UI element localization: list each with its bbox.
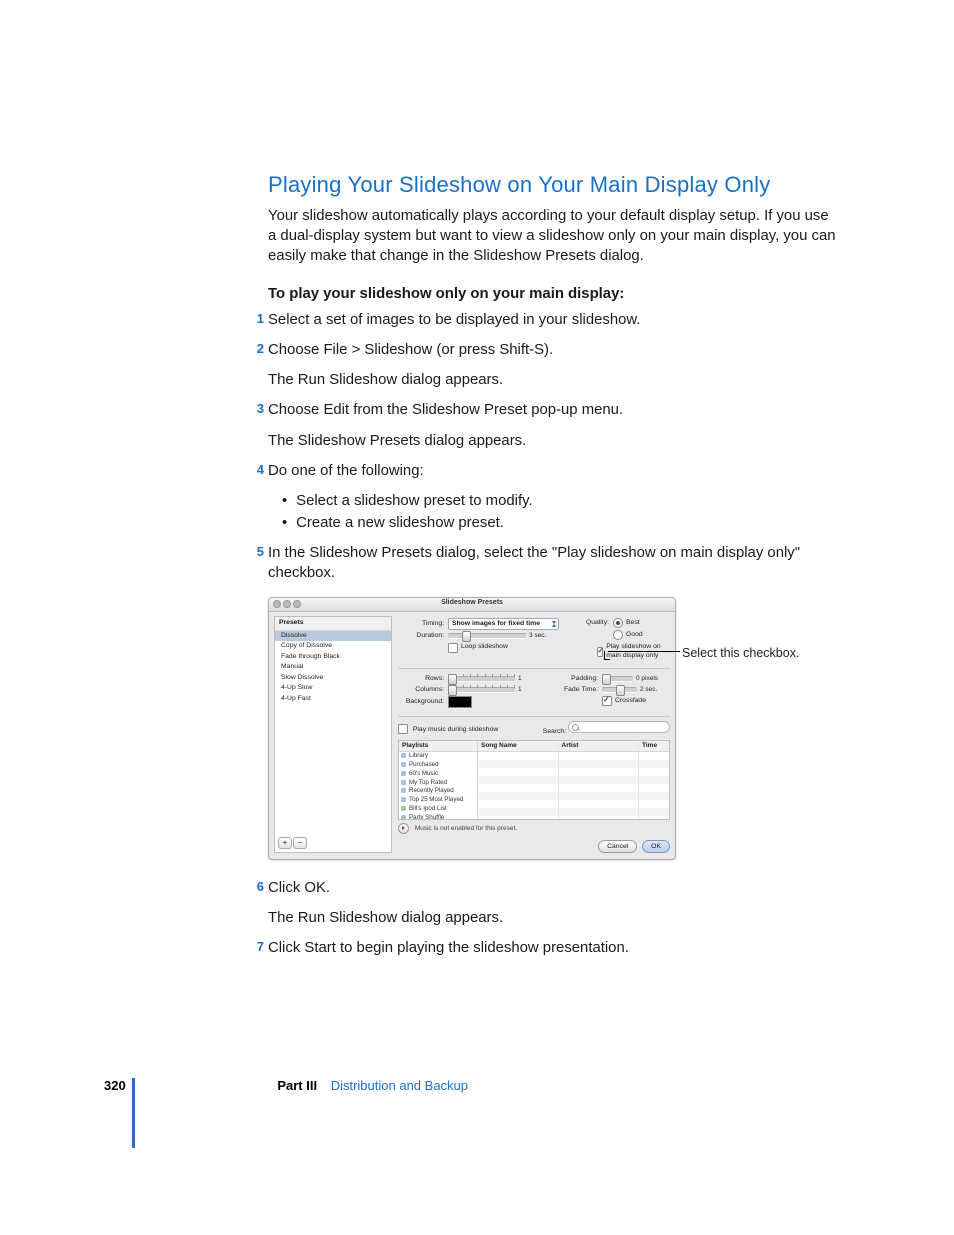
duration-label: Duration: (398, 632, 448, 640)
ok-button[interactable]: OK (642, 840, 670, 853)
step-number: 1 (250, 310, 264, 328)
search-icon (572, 724, 579, 731)
playlist-item[interactable]: Purchased (399, 761, 477, 770)
step-text: Click OK. (268, 880, 330, 896)
crossfade-label: Crossfade (615, 697, 646, 705)
padding-label: Padding: (558, 675, 602, 683)
timing-popup[interactable]: Show images for fixed time (448, 618, 559, 630)
preset-item[interactable]: Slow Dissolve (275, 673, 391, 683)
step-result: The Run Slideshow dialog appears. (268, 370, 838, 390)
intro-paragraph: Your slideshow automatically plays accor… (268, 206, 838, 266)
step-result: The Slideshow Presets dialog appears. (268, 431, 838, 451)
songname-header: Song Name (478, 741, 558, 752)
presets-header: Presets (275, 617, 391, 630)
callout-leader (604, 651, 610, 660)
step-number: 6 (250, 878, 264, 896)
presets-panel: Presets DissolveCopy of DissolveFade thr… (274, 616, 392, 852)
quality-best-label: Best (626, 619, 640, 627)
fade-slider[interactable] (602, 687, 637, 693)
step-number: 2 (250, 340, 264, 358)
quality-label: Quality: (569, 619, 613, 627)
music-checkbox[interactable] (398, 724, 408, 734)
step-text: Do one of the following: (268, 463, 424, 479)
close-icon[interactable] (273, 600, 281, 608)
rows-label: Rows: (398, 675, 448, 683)
dialog-title: Slideshow Presets (441, 599, 503, 606)
play-icon[interactable] (398, 823, 409, 834)
background-label: Background: (398, 698, 448, 706)
step-number: 5 (250, 543, 264, 561)
quality-good-radio[interactable] (613, 630, 623, 640)
background-colorwell[interactable] (448, 696, 472, 708)
part-label: Part III (277, 1078, 317, 1093)
minimize-icon[interactable] (283, 600, 291, 608)
artist-header: Artist (559, 741, 639, 752)
part-title: Distribution and Backup (331, 1078, 468, 1093)
loop-checkbox[interactable] (448, 643, 458, 653)
page-footer: 320 Part III Distribution and Backup (104, 1078, 468, 1093)
window-controls[interactable] (273, 600, 303, 612)
duration-slider[interactable] (448, 633, 526, 639)
step-text: In the Slideshow Presets dialog, select … (268, 545, 800, 581)
fade-value: 2 sec. (640, 686, 670, 694)
playlist-item[interactable]: Bill's Ipod List (399, 804, 477, 813)
rows-slider[interactable] (448, 676, 515, 682)
add-preset-button[interactable]: + (278, 837, 292, 849)
step-number: 4 (250, 461, 264, 479)
zoom-icon[interactable] (293, 600, 301, 608)
search-label: Search: (543, 728, 566, 735)
preset-item[interactable]: Dissolve (275, 631, 391, 641)
columns-label: Columns: (398, 686, 448, 694)
step-text: Click Start to begin playing the slidesh… (268, 940, 629, 956)
preset-item[interactable]: 4-Up Fast (275, 694, 391, 704)
cancel-button[interactable]: Cancel (598, 840, 637, 853)
music-label: Play music during slideshow (413, 726, 498, 733)
step-text: Select a set of images to be displayed i… (268, 312, 640, 328)
playlist-item[interactable]: 60's Music (399, 769, 477, 778)
playlist-item[interactable]: Recently Played (399, 787, 477, 796)
duration-value: 3 sec. (529, 632, 559, 640)
columns-value: 1 (518, 686, 548, 694)
section-heading: Playing Your Slideshow on Your Main Disp… (268, 170, 838, 200)
remove-preset-button[interactable]: − (293, 837, 307, 849)
columns-slider[interactable] (448, 687, 515, 693)
quality-best-radio[interactable] (613, 618, 623, 628)
preset-item[interactable]: Manual (275, 662, 391, 672)
timing-label: Timing: (398, 620, 448, 628)
preset-item[interactable]: Copy of Dissolve (275, 641, 391, 651)
page-number: 320 (104, 1078, 126, 1093)
search-field[interactable] (568, 721, 670, 733)
music-table: Playlists LibraryPurchased60's MusicMy T… (398, 740, 670, 820)
quality-good-label: Good (626, 631, 643, 639)
time-header: Time (639, 741, 669, 752)
step-text: Choose File > Slideshow (or press Shift-… (268, 342, 553, 358)
mainonly-checkbox[interactable] (597, 647, 604, 657)
step-number: 3 (250, 400, 264, 418)
callout-text: Select this checkbox. (682, 645, 799, 662)
dialog-screenshot: Slideshow Presets Presets DissolveCopy o… (268, 597, 838, 859)
bullet-item: • Select a slideshow preset to modify. (282, 491, 838, 511)
callout-leader (608, 651, 680, 652)
padding-value: 0 pixels (636, 675, 670, 683)
crossfade-checkbox[interactable] (602, 696, 612, 706)
fade-label: Fade Time: (558, 686, 602, 694)
step-result: The Run Slideshow dialog appears. (268, 908, 838, 928)
playlist-item[interactable]: Library (399, 752, 477, 761)
music-disabled-note: Music is not enabled for this preset. (415, 825, 517, 832)
step-text: Choose Edit from the Slideshow Preset po… (268, 402, 623, 418)
rows-value: 1 (518, 675, 548, 683)
playlist-item[interactable]: My Top Rated (399, 778, 477, 787)
procedure-lead: To play your slideshow only on your main… (268, 284, 838, 304)
playlists-header: Playlists (399, 741, 477, 752)
dialog-titlebar: Slideshow Presets (269, 598, 675, 612)
bullet-item: • Create a new slideshow preset. (282, 513, 838, 533)
loop-label: Loop slideshow (461, 643, 508, 651)
playlist-item[interactable]: Top 25 Most Played (399, 796, 477, 805)
padding-slider[interactable] (602, 676, 633, 682)
playlist-item[interactable]: Party Shuffle (399, 813, 477, 819)
step-number: 7 (250, 938, 264, 956)
preset-item[interactable]: 4-Up Slow (275, 683, 391, 693)
preset-item[interactable]: Fade through Black (275, 652, 391, 662)
